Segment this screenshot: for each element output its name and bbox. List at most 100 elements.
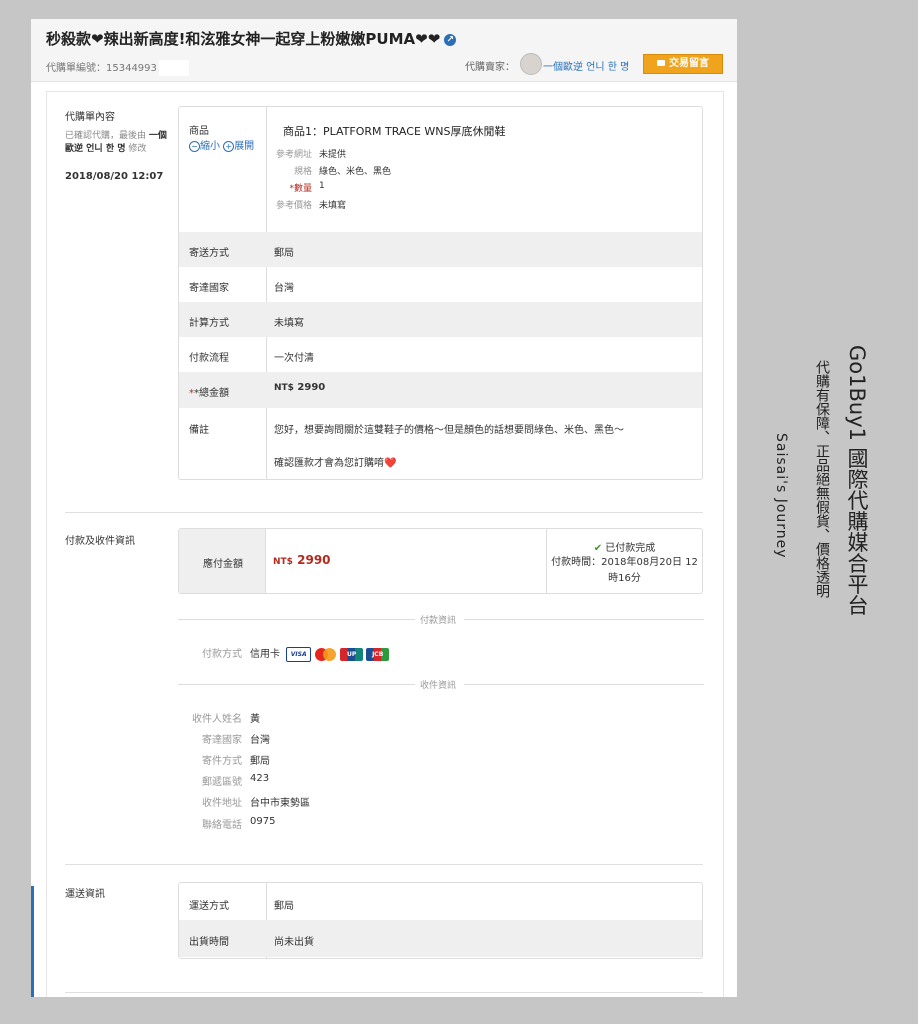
order-number: 代購單編號：15344993 [46, 59, 189, 76]
spec-key: 參考價格 [275, 201, 312, 211]
order-number-value: 15344993 [106, 63, 157, 74]
item-title: 商品1：PLATFORM TRACE WNS厚底休閒鞋 [283, 125, 506, 138]
calc-method-row: 計算方式 未填寫 [179, 302, 702, 337]
row-value: 郵局 [274, 901, 294, 912]
unionpay-icon: UP [340, 647, 364, 661]
recv-info-divider: 收件資訊 [178, 678, 704, 691]
item-label: 商品 [189, 126, 209, 137]
expand-link[interactable]: 展開 [234, 141, 254, 152]
plus-icon[interactable]: + [223, 140, 235, 152]
pay-info-divider: 付款資訊 [178, 613, 704, 626]
page-title: 秒殺款❤辣出新高度!和泫雅女神一起穿上粉嫩嫩PUMA❤❤ ↗ [46, 28, 457, 49]
mastercard-icon [314, 647, 337, 661]
divider-line [178, 684, 415, 685]
masked-area [158, 60, 189, 76]
remark-label: 備註 [189, 425, 209, 436]
minus-icon[interactable]: − [189, 140, 200, 152]
spec-key: 參考網址 [275, 150, 312, 160]
due-amount: 2990 [297, 553, 331, 567]
section-divider [65, 864, 703, 865]
collapse-link[interactable]: 縮小 [200, 141, 220, 152]
paid-time-line: 時16分 [608, 573, 641, 584]
external-link-icon[interactable]: ↗ [444, 33, 457, 46]
ship-time-row: 出貨時間 尚未出貨 [179, 920, 702, 957]
divider-line [464, 684, 704, 685]
order-table: 商品 − 縮小 + 展開 商品1：PLATFORM TRACE WNS厚底休閒鞋 參… [178, 106, 703, 480]
row-value: 未填寫 [274, 318, 304, 329]
payment-status: ✔ 已付款完成 [547, 539, 702, 554]
row-label: 出貨時間 [189, 937, 229, 948]
row-value: 一次付清 [274, 353, 314, 364]
row-label: 計算方式 [189, 318, 229, 329]
seller-avatar[interactable] [520, 53, 542, 75]
row-value: 尚未出貨 [274, 937, 314, 948]
row-label: 付款流程 [189, 353, 229, 364]
shipping-method-row: 寄送方式 郵局 [179, 232, 702, 267]
title-text: 秒殺款❤辣出新高度!和泫雅女神一起穿上粉嫩嫩PUMA❤❤ [46, 30, 441, 48]
payment-summary: 應付金額 NT$ 2990 ✔ 已付款完成 付款時間：2018年08月20日 1… [178, 528, 703, 594]
payment-method-value: 信用卡 VISA UP JCB [250, 645, 390, 662]
side-caption-author: Saisai's Journey [773, 433, 789, 559]
shipping-section-title: 運送資訊 [65, 889, 105, 900]
remark-row: 備註 您好，想要詢問關於這雙鞋子的價格～但是顏色的話想要問綠色、米色、黑色～ 確… [179, 408, 702, 479]
order-date: 2018/08/20 12:07 [65, 171, 164, 182]
payment-section-title: 付款及收件資訊 [65, 536, 135, 547]
chat-icon [657, 60, 665, 66]
visa-icon: VISA [286, 646, 312, 662]
spec-value: 綠色、米色、黑色 [319, 167, 392, 177]
field-value: 台灣 [250, 735, 270, 746]
pay-info-title: 付款資訊 [420, 616, 457, 626]
active-section-indicator [31, 886, 34, 997]
divider-line [178, 619, 415, 620]
spec-key: *數量 [289, 184, 312, 194]
row-label: 寄送方式 [189, 248, 229, 259]
item-row: 商品 − 縮小 + 展開 商品1：PLATFORM TRACE WNS厚底休閒鞋 參… [179, 107, 702, 232]
field-key: 聯絡電話 [202, 820, 242, 831]
spec-value: 1 [319, 181, 325, 191]
field-key: 收件人姓名 [192, 714, 242, 725]
field-key: 寄達國家 [202, 735, 242, 746]
total-amount: 2990 [297, 382, 326, 393]
jcb-icon: JCB [366, 647, 390, 661]
order-page: 秒殺款❤辣出新高度!和泫雅女神一起穿上粉嫩嫩PUMA❤❤ ↗ 代購單編號：1534… [31, 19, 737, 997]
spec-value: 未填寫 [319, 201, 347, 211]
row-value: 台灣 [274, 283, 294, 294]
note-action: 修改 [128, 144, 147, 154]
table-divider [265, 529, 266, 593]
field-key: 郵遞區號 [202, 777, 242, 788]
destination-row: 寄達國家 台灣 [179, 267, 702, 302]
order-section-title: 代購單內容 [65, 112, 115, 123]
check-icon: ✔ [593, 543, 603, 554]
order-number-label: 代購單編號： [46, 63, 106, 74]
collapse-expand-controls: − 縮小 + 展開 [189, 137, 254, 152]
side-caption-title: Go1Buy1 國際代購媒合平台 [845, 345, 869, 616]
ship-method-row: 運送方式 郵局 [179, 883, 702, 920]
total-currency: NT$ [274, 383, 294, 393]
row-label: 寄達國家 [189, 283, 229, 294]
spec-value: 未提供 [319, 150, 347, 160]
seller-name-link[interactable]: 一個歐逆 언니 한 명 [543, 58, 629, 73]
field-value: 郵局 [250, 756, 270, 767]
note-text: 已確認代購，最後由 [65, 131, 147, 141]
due-label: 應付金額 [203, 559, 243, 570]
trade-message-label: 交易留言 [669, 58, 709, 69]
spec-key: 規格 [293, 167, 312, 177]
field-value: 423 [250, 773, 270, 784]
paid-time: 付款時間：2018年08月20日 12 時16分 [547, 555, 702, 587]
recv-info-title: 收件資訊 [420, 681, 457, 691]
trade-message-button[interactable]: 交易留言 [643, 54, 723, 74]
paid-time-line: 付款時間：2018年08月20日 12 [551, 557, 698, 568]
payment-flow-row: 付款流程 一次付清 [179, 337, 702, 372]
field-value: 0975 [250, 816, 276, 827]
shipping-table: 運送方式 郵局 出貨時間 尚未出貨 [178, 882, 703, 959]
due-price: NT$ 2990 [273, 553, 331, 567]
payment-method-text: 信用卡 [250, 649, 280, 660]
seller-label: 代購賣家： [465, 62, 515, 73]
payment-method-label: 付款方式 [202, 649, 242, 660]
total-price: NT$ 2990 [274, 382, 325, 393]
order-content: 代購單內容 已確認代購，最後由 一個歐逆 언니 한 명 修改 2018/08/2… [31, 91, 724, 997]
side-caption-subtitle: 代購有保障、正品絕無假貨、價格透明 [814, 360, 830, 598]
field-key: 寄件方式 [202, 756, 242, 767]
row-label: 運送方式 [189, 901, 229, 912]
divider-line [464, 619, 704, 620]
